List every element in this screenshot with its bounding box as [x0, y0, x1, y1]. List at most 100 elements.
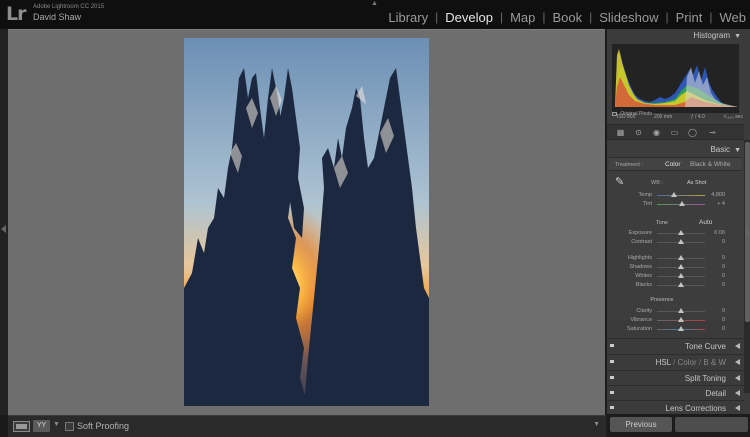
winter-forest-sunset-photo — [184, 38, 429, 406]
slider-exposure[interactable]: Exposure 0.00 — [607, 229, 744, 238]
toolbar-menu-icon[interactable]: ▼ — [593, 421, 600, 428]
chevron-down-icon[interactable]: ▼ — [53, 421, 60, 428]
panel-hsl[interactable]: HSL / Color / B & W — [607, 354, 744, 369]
image-canvas[interactable] — [8, 29, 606, 415]
photo-preview[interactable] — [184, 38, 429, 406]
panel-switch-icon[interactable] — [610, 344, 614, 347]
highlights-knob[interactable] — [678, 255, 684, 260]
treatment-color-option[interactable]: Color — [665, 161, 681, 168]
saturation-value[interactable]: 0 — [722, 326, 725, 332]
graduated-filter-icon[interactable]: ▭ — [669, 128, 680, 138]
original-photo-toggle[interactable]: Original Photo — [612, 111, 652, 117]
panel-switch-icon[interactable] — [610, 391, 614, 394]
left-panel-edge[interactable] — [0, 29, 8, 415]
clarity-knob[interactable] — [678, 308, 684, 313]
hsl-tab[interactable]: HSL — [656, 358, 671, 367]
collapse-icon[interactable]: ▼ — [734, 147, 741, 154]
highlights-value[interactable]: 0 — [722, 255, 725, 261]
auto-tone-button[interactable]: Auto — [699, 219, 712, 226]
histogram-header[interactable]: Histogram ▼ — [607, 29, 744, 43]
panel-switch-icon[interactable] — [610, 376, 614, 379]
module-develop[interactable]: Develop — [445, 10, 493, 25]
panel-scrollbar[interactable] — [744, 140, 750, 393]
wb-dropdown[interactable]: As Shot — [687, 180, 706, 186]
soft-proofing-checkbox[interactable] — [65, 422, 74, 431]
exposure-knob[interactable] — [678, 230, 684, 235]
slider-contrast[interactable]: Contrast 0 — [607, 238, 744, 247]
slider-blacks[interactable]: Blacks 0 — [607, 281, 744, 290]
panel-lens-corrections[interactable]: Lens Corrections — [607, 400, 744, 415]
expand-icon[interactable] — [735, 359, 740, 365]
slider-vibrance[interactable]: Vibrance 0 — [607, 316, 744, 325]
temp-knob[interactable] — [670, 192, 677, 197]
slider-shadows[interactable]: Shadows 0 — [607, 263, 744, 272]
shadows-value[interactable]: 0 — [722, 264, 725, 270]
panel-split-toning[interactable]: Split Toning — [607, 370, 744, 385]
vibrance-knob[interactable] — [678, 317, 684, 322]
histogram[interactable]: ISO 800 200 mm ƒ / 4.0 ¹⁄₁₆₀₀ sec — [612, 44, 743, 120]
panel-tone-curve[interactable]: Tone Curve — [607, 338, 744, 353]
treatment-label: Treatment : — [615, 162, 643, 168]
exposure-value[interactable]: 0.00 — [714, 230, 725, 236]
temp-value[interactable]: 4,800 — [711, 192, 725, 198]
clarity-value[interactable]: 0 — [722, 308, 725, 314]
panel-switch-icon[interactable] — [610, 406, 614, 409]
previous-button[interactable]: Previous — [610, 417, 672, 432]
basic-header[interactable]: Basic ▼ — [607, 143, 744, 157]
expand-icon[interactable] — [735, 390, 740, 396]
slider-highlights[interactable]: Highlights 0 — [607, 254, 744, 263]
treatment-bw-option[interactable]: Black & White — [690, 161, 730, 168]
whites-value[interactable]: 0 — [722, 273, 725, 279]
slider-clarity[interactable]: Clarity 0 — [607, 307, 744, 316]
tint-label: Tint — [643, 201, 652, 207]
module-library[interactable]: Library — [388, 10, 428, 25]
expand-icon[interactable] — [735, 343, 740, 349]
whites-knob[interactable] — [678, 273, 684, 278]
contrast-knob[interactable] — [678, 239, 684, 244]
red-eye-icon[interactable]: ◉ — [651, 128, 662, 138]
module-print[interactable]: Print — [676, 10, 703, 25]
bw-tab[interactable]: B & W — [703, 358, 726, 367]
temp-track[interactable] — [657, 195, 705, 196]
adjustment-brush-icon[interactable]: ⊸ — [707, 128, 718, 138]
contrast-value[interactable]: 0 — [722, 239, 725, 245]
module-web[interactable]: Web — [720, 10, 747, 25]
loupe-view-icon[interactable] — [13, 421, 30, 432]
shadows-knob[interactable] — [678, 264, 684, 269]
original-photo-checkbox[interactable] — [612, 111, 617, 116]
blacks-value[interactable]: 0 — [722, 282, 725, 288]
contrast-label: Contrast — [631, 239, 652, 245]
panel-detail[interactable]: Detail — [607, 385, 744, 400]
radial-filter-icon[interactable]: ◯ — [687, 128, 698, 138]
split-toning-label: Split Toning — [684, 374, 726, 383]
expand-right-panel-icon[interactable] — [745, 229, 750, 237]
expand-left-panel-icon[interactable] — [1, 225, 6, 233]
temp-label: Temp — [638, 192, 652, 198]
slider-saturation[interactable]: Saturation 0 — [607, 325, 744, 334]
slider-temp[interactable]: Temp 4,800 — [607, 191, 744, 200]
slider-tint[interactable]: Tint + 4 — [607, 200, 744, 209]
expand-icon[interactable] — [735, 405, 740, 411]
before-after-button[interactable]: YY — [33, 420, 50, 432]
tint-knob[interactable] — [678, 201, 685, 206]
spot-removal-icon[interactable]: ⊙ — [633, 128, 644, 138]
original-photo-label: Original Photo — [620, 111, 653, 117]
collapse-top-panel-icon[interactable]: ▲ — [371, 0, 378, 7]
module-slideshow[interactable]: Slideshow — [599, 10, 658, 25]
develop-tool-strip: ▦ ⊙ ◉ ▭ ◯ ⊸ — [607, 124, 744, 140]
reset-button[interactable] — [675, 417, 748, 432]
blacks-knob[interactable] — [678, 282, 684, 287]
panel-switch-icon[interactable] — [610, 360, 614, 363]
vibrance-value[interactable]: 0 — [722, 317, 725, 323]
color-tab[interactable]: Color — [678, 358, 697, 367]
tint-value[interactable]: + 4 — [717, 201, 725, 207]
white-balance-picker-icon[interactable]: ✎ — [615, 175, 624, 188]
saturation-knob[interactable] — [678, 326, 684, 331]
exposure-label: Exposure — [628, 230, 652, 236]
module-book[interactable]: Book — [552, 10, 582, 25]
expand-icon[interactable] — [735, 375, 740, 381]
module-map[interactable]: Map — [510, 10, 535, 25]
crop-icon[interactable]: ▦ — [615, 128, 626, 138]
slider-whites[interactable]: Whites 0 — [607, 272, 744, 281]
collapse-icon[interactable]: ▼ — [734, 33, 741, 40]
